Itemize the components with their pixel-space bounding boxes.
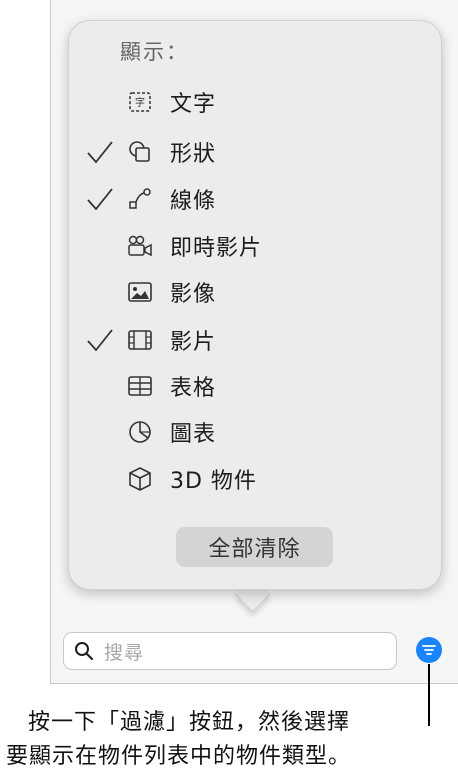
checkmark-icon <box>80 130 120 174</box>
search-icon <box>64 633 104 669</box>
filter-item-chart[interactable]: 圖表 <box>80 410 420 454</box>
filter-item-live-video[interactable]: 即時影片 <box>80 224 420 268</box>
line-icon <box>124 177 156 221</box>
filter-item-label: 影片 <box>170 330 217 355</box>
filter-item-table[interactable]: 表格 <box>80 364 420 408</box>
filter-item-text[interactable]: 字 文字 <box>80 80 420 124</box>
table-icon <box>124 364 156 408</box>
callout-line <box>428 664 430 726</box>
checkmark-icon <box>80 224 120 268</box>
svg-text:字: 字 <box>135 96 145 109</box>
filter-item-label: 影像 <box>170 282 217 307</box>
shapes-icon <box>124 130 156 174</box>
checkmark-icon <box>80 80 120 124</box>
live-video-icon <box>124 224 156 268</box>
filter-item-label: 形狀 <box>170 142 217 167</box>
film-icon <box>124 318 156 362</box>
filter-button[interactable] <box>416 637 442 663</box>
image-icon <box>124 270 156 314</box>
chart-icon <box>124 410 156 454</box>
checkmark-icon <box>80 270 120 314</box>
cube-icon <box>124 457 156 501</box>
filter-item-lines[interactable]: 線條 <box>80 177 420 221</box>
filter-item-label: 圖表 <box>170 422 217 447</box>
filter-item-3d-object[interactable]: 3D 物件 <box>80 457 420 501</box>
checkmark-icon <box>80 318 120 362</box>
filter-item-shapes[interactable]: 形狀 <box>80 130 420 174</box>
checkmark-icon <box>80 364 120 408</box>
caption-line-2: 要顯示在物件列表中的物件類型。 <box>6 744 352 769</box>
caption-line-1: 按一下「過濾」按鈕，然後選擇 <box>28 710 351 735</box>
filter-item-label: 3D 物件 <box>170 469 257 494</box>
popover-title: 顯示： <box>120 40 189 64</box>
filter-item-label: 表格 <box>170 376 217 401</box>
filter-item-label: 線條 <box>170 189 217 214</box>
search-input[interactable]: 搜尋 <box>104 638 144 665</box>
filter-item-image[interactable]: 影像 <box>80 270 420 314</box>
filter-item-movie[interactable]: 影片 <box>80 318 420 362</box>
filter-icon <box>422 645 436 655</box>
search-field[interactable]: 搜尋 <box>63 632 397 670</box>
filter-item-label: 即時影片 <box>170 236 263 261</box>
text-box-icon: 字 <box>124 80 156 124</box>
filter-item-label: 文字 <box>170 92 217 117</box>
checkmark-icon <box>80 457 120 501</box>
clear-all-button[interactable]: 全部清除 <box>176 527 333 567</box>
checkmark-icon <box>80 177 120 221</box>
checkmark-icon <box>80 410 120 454</box>
